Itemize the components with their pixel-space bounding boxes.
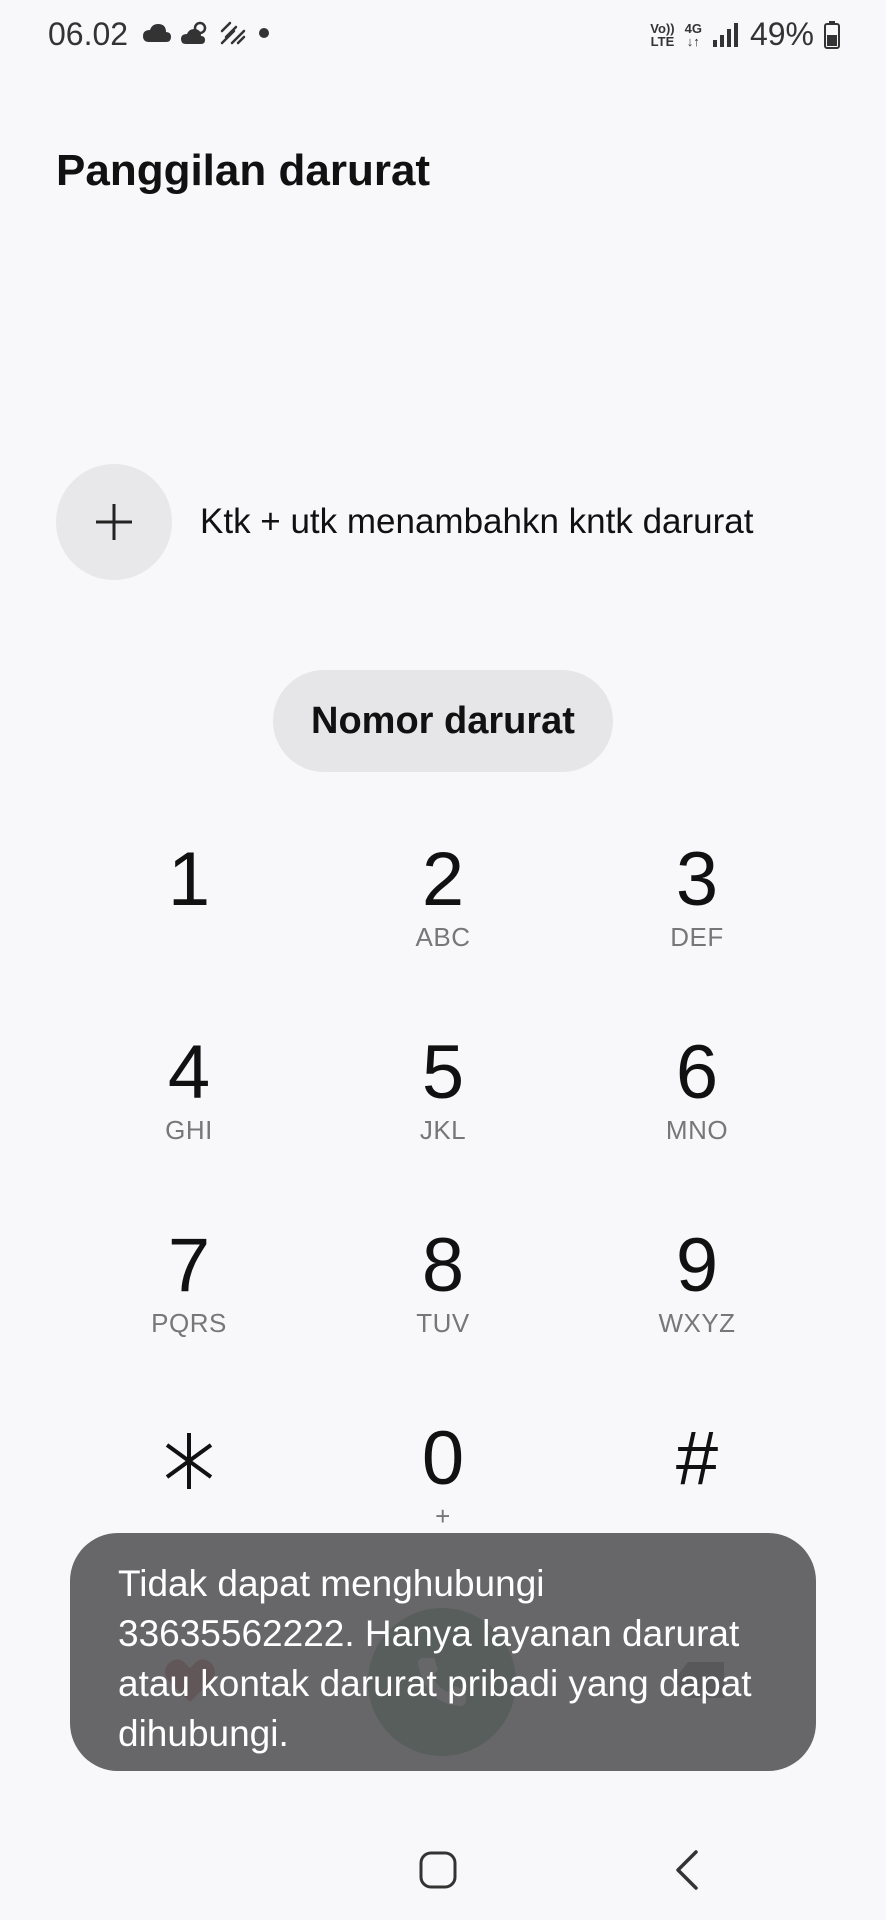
- cloud-icon: [143, 24, 171, 42]
- navigation-bar: [0, 1820, 886, 1920]
- battery-percent: 49%: [749, 16, 814, 52]
- notification-dot-icon: [259, 28, 269, 38]
- key-3[interactable]: 3 DEF: [597, 840, 797, 990]
- 4g-icon: 4G ↓↑: [684, 20, 702, 49]
- key-1[interactable]: 1: [89, 840, 289, 990]
- partly-cloudy-icon: [181, 21, 207, 44]
- add-emergency-contact-row[interactable]: Ktk + utk menambahkn kntk darurat: [56, 464, 753, 580]
- key-2[interactable]: 2 ABC: [343, 840, 543, 990]
- asterisk-icon: [165, 1433, 213, 1489]
- add-contact-label: Ktk + utk menambahkn kntk darurat: [200, 502, 754, 541]
- emergency-numbers-button[interactable]: Nomor darurat: [273, 670, 613, 772]
- add-contact-button[interactable]: [56, 464, 172, 580]
- status-time: 06.02: [48, 16, 129, 52]
- key-7[interactable]: 7 PQRS: [89, 1226, 289, 1376]
- key-5[interactable]: 5 JKL: [343, 1033, 543, 1183]
- status-bar: 06.02 Vo)) LTE 4G ↓↑ 49%: [0, 0, 886, 70]
- key-6[interactable]: 6 MNO: [597, 1033, 797, 1183]
- volte-icon: Vo)) LTE: [650, 20, 675, 49]
- battery-icon: [824, 20, 840, 49]
- plus-icon: [96, 504, 132, 540]
- key-8[interactable]: 8 TUV: [343, 1226, 543, 1376]
- back-icon[interactable]: [672, 1848, 702, 1892]
- page-title: Panggilan darurat: [56, 146, 431, 195]
- toast-text: Tidak dapat menghubungi 33635562222. Han…: [118, 1563, 752, 1754]
- toast-message: Tidak dapat menghubungi 33635562222. Han…: [70, 1533, 816, 1771]
- key-9[interactable]: 9 WXYZ: [597, 1226, 797, 1376]
- haze-icon: [220, 21, 246, 45]
- home-icon[interactable]: [418, 1850, 458, 1890]
- signal-icon: [712, 22, 738, 47]
- key-4[interactable]: 4 GHI: [89, 1033, 289, 1183]
